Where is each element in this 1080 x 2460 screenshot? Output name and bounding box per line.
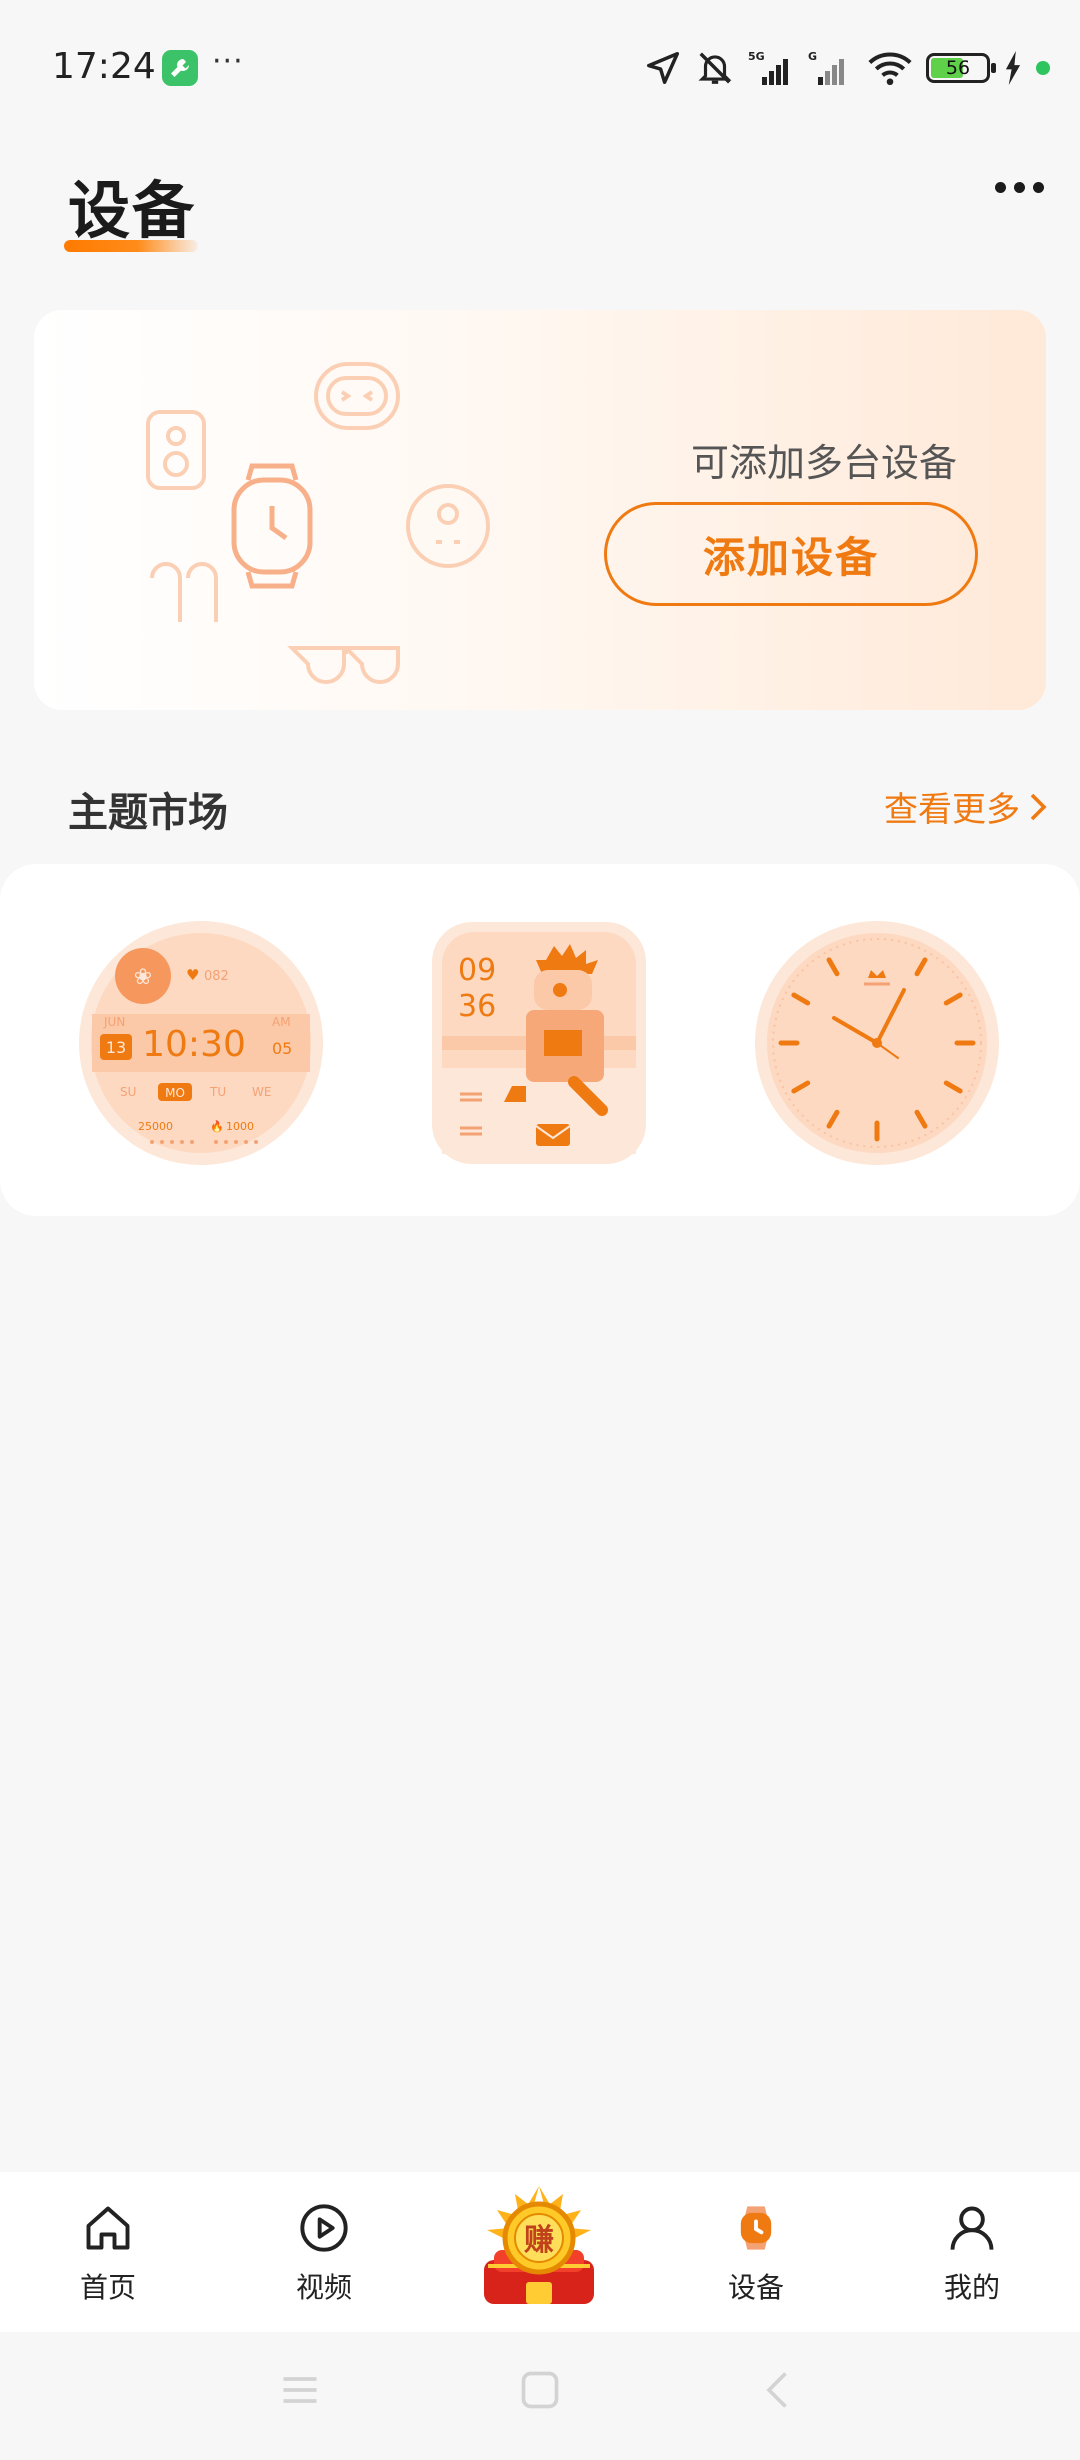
wifi-icon: [868, 52, 912, 86]
nav-item-video[interactable]: 视频: [244, 2202, 404, 2312]
mute-bell-icon: [698, 52, 732, 84]
watch-icon: [231, 463, 313, 589]
home-icon: [86, 2206, 130, 2250]
home-square-icon[interactable]: [518, 2368, 562, 2412]
menu-icon[interactable]: [278, 2368, 322, 2412]
add-device-card: 可添加多台设备 添加设备: [34, 310, 1046, 710]
signal-g-icon: G: [808, 50, 844, 85]
speaker-icon: [146, 410, 206, 490]
title-underline: [64, 240, 198, 252]
more-dot-icon: [1014, 182, 1025, 193]
devices-illustration: [146, 362, 490, 684]
add-device-button[interactable]: 添加设备: [604, 502, 978, 606]
svg-text:♥: ♥: [186, 966, 199, 984]
nav-label-device: 设备: [727, 2271, 784, 2304]
svg-text:SU: SU: [120, 1085, 136, 1099]
status-icons: 5G G 56: [644, 44, 1050, 92]
privacy-indicator-dot: [1036, 61, 1050, 75]
svg-text:❀: ❀: [134, 965, 152, 990]
svg-text:JUN: JUN: [103, 1015, 125, 1029]
svg-text:🔥: 🔥: [210, 1120, 224, 1133]
theme-market-title: 主题市场: [68, 790, 228, 836]
location-icon: [647, 52, 679, 84]
svg-text:G: G: [808, 50, 817, 63]
svg-text:082: 082: [204, 969, 229, 984]
theme-item-digital[interactable]: ❀ ♥ 082 JUN 13 10:30 AM 05 SU MO TU WE 2…: [76, 918, 326, 1168]
charging-icon: [1005, 51, 1021, 85]
theme-item-character[interactable]: 09 36: [414, 918, 664, 1168]
nav-label-home: 首页: [79, 2271, 136, 2304]
watch-face-character-preview: 09 36: [432, 922, 646, 1164]
view-more-link[interactable]: 查看更多: [884, 782, 1048, 831]
nav-item-device[interactable]: 设备: [676, 2202, 836, 2312]
device-screen: 17:24 ··· 5G G 56 设备 可添加多台设备 添加设备 主题市场 查…: [0, 0, 1080, 2460]
more-dot-icon: [995, 182, 1006, 193]
nav-item-home[interactable]: 首页: [28, 2202, 188, 2312]
more-dot-icon: [1033, 182, 1044, 193]
chevron-right-icon: [1030, 793, 1047, 820]
earbuds-icon: [150, 562, 218, 622]
svg-text:25000: 25000: [138, 1120, 173, 1133]
svg-text:13: 13: [106, 1038, 126, 1057]
theme-market-panel: ❀ ♥ 082 JUN 13 10:30 AM 05 SU MO TU WE 2…: [0, 864, 1080, 1216]
watch-face-digital-preview: ❀ ♥ 082 JUN 13 10:30 AM 05 SU MO TU WE 2…: [79, 921, 323, 1165]
play-circle-icon: [300, 2204, 348, 2252]
svg-text:5G: 5G: [748, 50, 765, 63]
status-more-icon: ···: [212, 44, 244, 79]
svg-text:TU: TU: [209, 1085, 226, 1099]
battery-level: 56: [945, 57, 971, 79]
nav-item-mine[interactable]: 我的: [892, 2202, 1052, 2312]
add-device-hint: 可添加多台设备: [690, 441, 957, 485]
watch-icon: [740, 2206, 772, 2250]
watch-face-analog-preview: [755, 921, 999, 1165]
more-options-button[interactable]: [995, 182, 1044, 193]
page-title: 设备: [68, 174, 197, 247]
view-more-label: 查看更多: [884, 790, 1020, 830]
svg-text:MO: MO: [165, 1086, 185, 1100]
person-icon: [950, 2206, 994, 2250]
svg-text:1000: 1000: [226, 1120, 254, 1133]
camera-icon: [406, 484, 490, 568]
svg-text:AM: AM: [272, 1015, 291, 1029]
nav-label-video: 视频: [295, 2271, 352, 2304]
nav-item-earn[interactable]: 赚: [466, 2180, 612, 2320]
battery-icon: 56: [926, 53, 996, 83]
system-nav-bar: [0, 2332, 1080, 2460]
robot-icon: [314, 362, 400, 430]
status-bar: 17:24 ··· 5G G 56: [0, 0, 1080, 130]
svg-text:05: 05: [272, 1039, 292, 1058]
svg-text:36: 36: [458, 989, 496, 1024]
earn-coin-icon: 赚: [484, 2186, 594, 2304]
back-icon[interactable]: [758, 2368, 802, 2412]
nav-label-mine: 我的: [943, 2271, 1000, 2304]
svg-text:10:30: 10:30: [142, 1024, 246, 1065]
svg-text:赚: 赚: [524, 2223, 554, 2258]
bottom-nav: 首页 视频 赚 设备 我的: [0, 2172, 1080, 2332]
theme-item-analog[interactable]: [752, 918, 1002, 1168]
wrench-app-icon: [162, 50, 198, 86]
glasses-icon: [287, 646, 400, 684]
svg-text:WE: WE: [252, 1085, 271, 1099]
signal-5g-icon: 5G: [748, 50, 788, 85]
svg-text:09: 09: [458, 953, 496, 988]
status-time: 17:24: [52, 46, 156, 87]
